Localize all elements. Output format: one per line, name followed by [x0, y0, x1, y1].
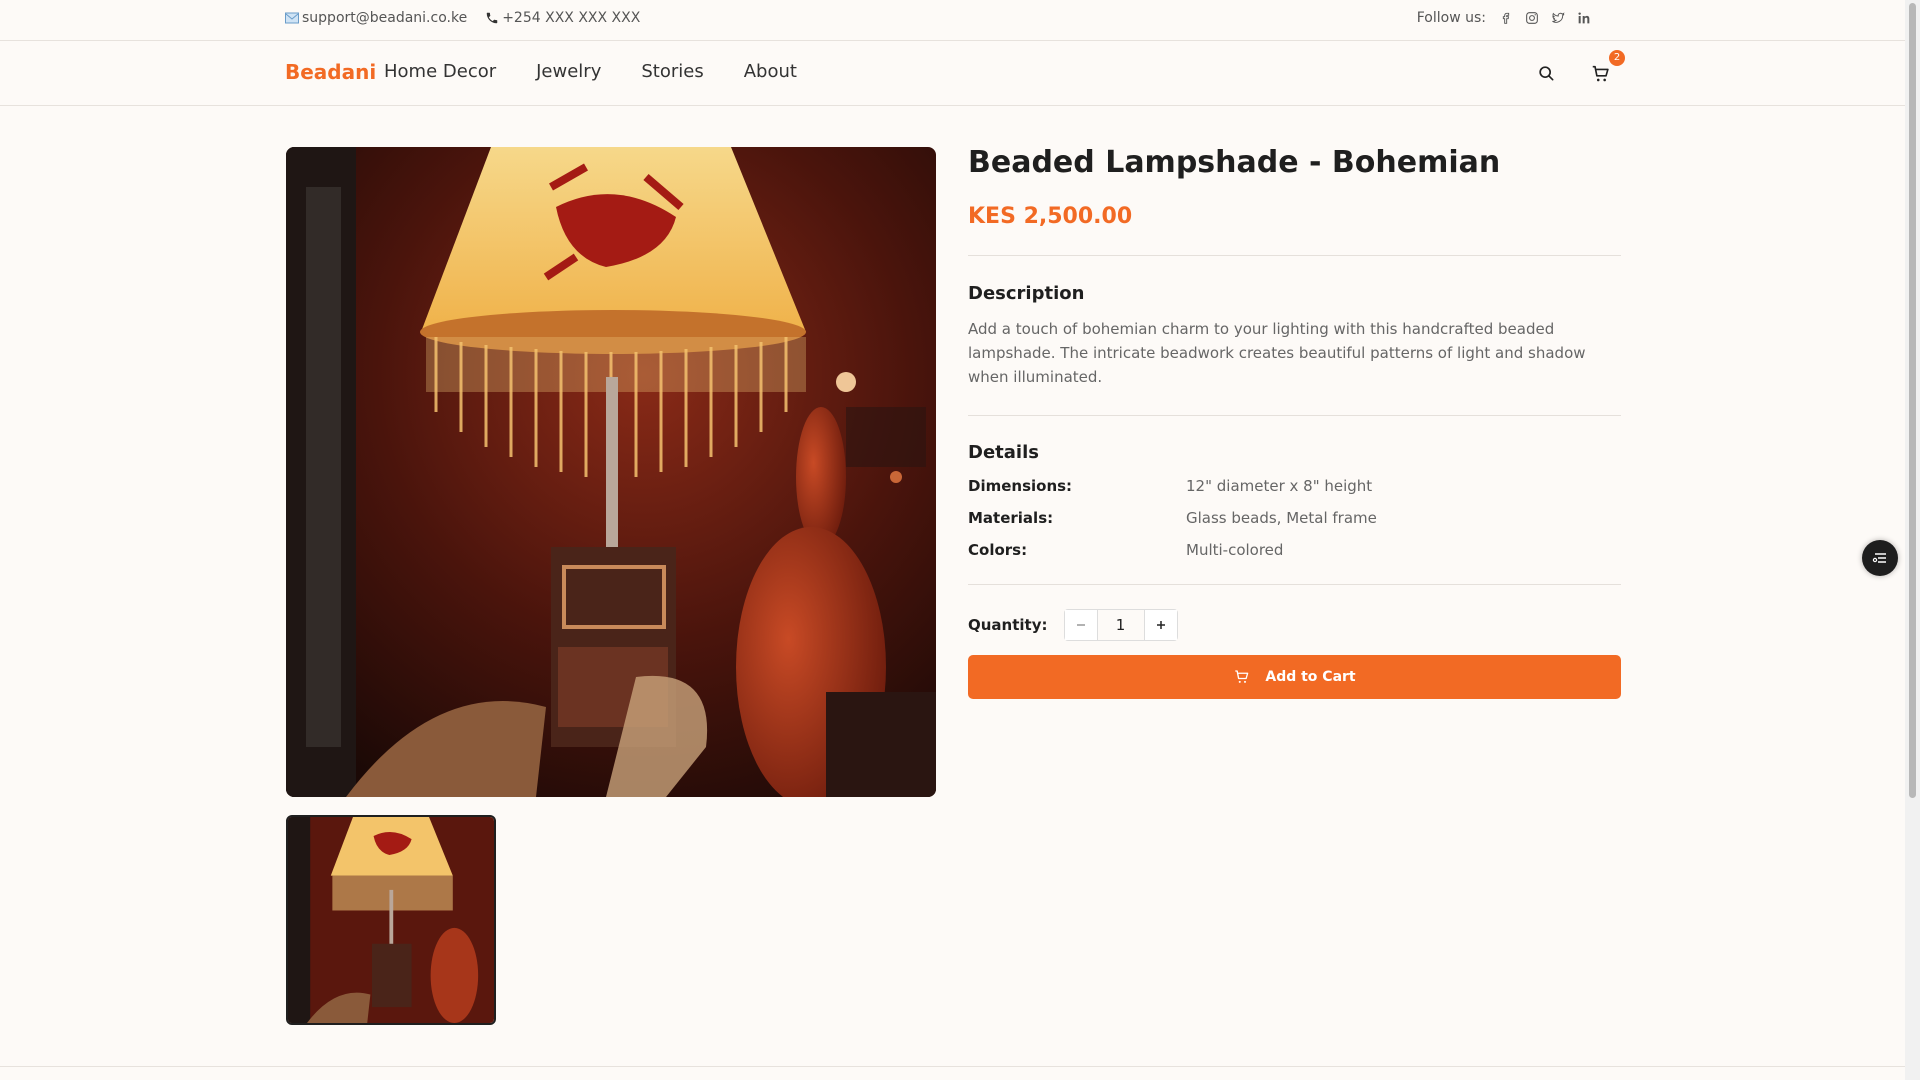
top-bar: support@beadani.co.ke +254 XXX XXX XXX F… — [0, 0, 1905, 41]
divider — [968, 584, 1621, 585]
detail-row-colors: Colors: Multi-colored — [968, 541, 1621, 559]
email-text: support@beadani.co.ke — [302, 10, 468, 26]
lamp-thumbnail-photo — [288, 817, 494, 1023]
detail-label: Materials: — [968, 509, 1054, 527]
detail-label: Dimensions: — [968, 477, 1073, 495]
quantity-stepper: 1 — [1063, 609, 1178, 641]
footer-divider — [0, 1066, 1905, 1067]
list-filter-icon — [1872, 553, 1886, 563]
lamp-photo — [286, 147, 936, 797]
divider — [968, 415, 1621, 416]
product-title: Beaded Lampshade - Bohemian — [968, 145, 1501, 180]
minus-icon — [1076, 623, 1085, 626]
add-to-cart-button[interactable]: Add to Cart — [968, 655, 1621, 699]
search-icon[interactable] — [1536, 63, 1556, 83]
follow-label: Follow us: — [1416, 10, 1486, 26]
scrollbar[interactable] — [1905, 0, 1920, 1080]
cart-icon[interactable] — [1590, 63, 1612, 85]
email-icon — [285, 12, 299, 24]
product-description: Add a touch of bohemian charm to your li… — [968, 320, 1586, 386]
nav-item-about[interactable]: About — [744, 61, 797, 82]
phone-icon — [486, 12, 498, 24]
email-link[interactable]: support@beadani.co.ke — [285, 10, 467, 26]
product-price: KES 2,500.00 — [968, 204, 1133, 229]
increase-quantity-button[interactable] — [1144, 610, 1177, 640]
product-thumbnail[interactable] — [286, 815, 496, 1025]
product-info: Beaded Lampshade - Bohemian KES 2,500.00… — [968, 145, 1621, 699]
detail-value: 12" diameter x 8" height — [1186, 477, 1373, 495]
quantity-input[interactable]: 1 — [1096, 610, 1145, 640]
main-nav: Beadani Home Decor Jewelry Stories About… — [0, 41, 1905, 106]
instagram-icon[interactable] — [1524, 10, 1540, 26]
plus-icon — [1156, 620, 1165, 629]
nav-item-jewelry[interactable]: Jewelry — [536, 61, 601, 82]
cart-count-badge: 2 — [1609, 50, 1625, 66]
detail-row-dimensions: Dimensions: 12" diameter x 8" height — [968, 477, 1621, 495]
detail-row-materials: Materials: Glass beads, Metal frame — [968, 509, 1621, 527]
nav-menu: Home Decor Jewelry Stories About — [384, 61, 797, 82]
quantity-selector: Quantity: 1 — [968, 609, 1621, 641]
add-to-cart-label: Add to Cart — [1265, 669, 1356, 685]
detail-label: Colors: — [968, 541, 1028, 559]
quantity-label: Quantity: — [968, 616, 1048, 634]
nav-item-home-decor[interactable]: Home Decor — [384, 61, 496, 82]
floating-menu-button[interactable] — [1862, 540, 1898, 576]
phone-text: +254 XXX XXX XXX — [502, 10, 641, 26]
linkedin-icon[interactable] — [1576, 10, 1592, 26]
detail-value: Glass beads, Metal frame — [1186, 509, 1377, 527]
product-main-image — [286, 147, 936, 797]
follow-us: Follow us: — [1417, 10, 1592, 26]
details-list: Dimensions: 12" diameter x 8" height Mat… — [968, 477, 1621, 559]
scrollbar-thumb[interactable] — [1909, 3, 1916, 798]
facebook-icon[interactable] — [1498, 10, 1514, 26]
phone-link[interactable]: +254 XXX XXX XXX — [485, 10, 640, 26]
details-heading: Details — [968, 442, 1039, 463]
detail-value: Multi-colored — [1186, 541, 1284, 559]
brand-logo[interactable]: Beadani — [285, 60, 376, 84]
cart-icon — [1235, 670, 1249, 683]
social-links — [1498, 10, 1592, 26]
contact-info: support@beadani.co.ke +254 XXX XXX XXX — [285, 10, 640, 26]
nav-item-stories[interactable]: Stories — [641, 61, 703, 82]
twitter-icon[interactable] — [1550, 10, 1566, 26]
description-heading: Description — [968, 283, 1085, 304]
decrease-quantity-button[interactable] — [1064, 610, 1097, 640]
divider — [968, 255, 1621, 256]
